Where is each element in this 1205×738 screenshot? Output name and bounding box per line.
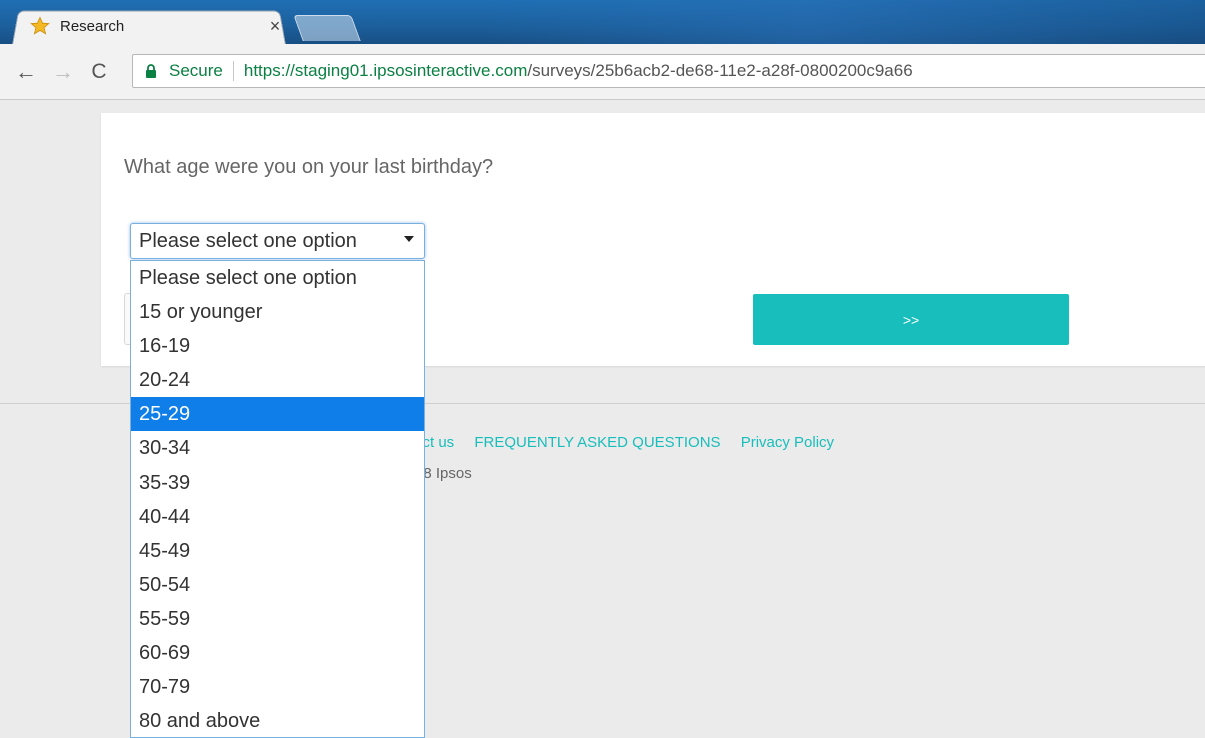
address-separator: [232, 61, 234, 81]
age-option[interactable]: 55-59: [131, 602, 424, 636]
age-option[interactable]: 80 and above: [131, 704, 424, 737]
question-text: What age were you on your last birthday?: [124, 156, 494, 178]
tab-strip: Research ×: [0, 0, 1205, 44]
browser-toolbar: ← → C Secure https://staging01.ipsosinte…: [0, 44, 1205, 100]
age-option[interactable]: 70-79: [131, 670, 424, 704]
lock-icon: [145, 63, 159, 79]
age-option[interactable]: 60-69: [131, 636, 424, 670]
tab-title: Research: [60, 17, 125, 35]
secure-label: Secure: [169, 61, 223, 80]
footer-link-privacy[interactable]: Privacy Policy: [741, 434, 834, 451]
tab-strip-background: [485, 0, 1205, 44]
footer-link-faq[interactable]: FREQUENTLY ASKED QUESTIONS: [474, 434, 720, 451]
reload-icon[interactable]: C: [86, 58, 112, 86]
age-option[interactable]: 50-54: [131, 568, 424, 602]
age-option[interactable]: 16-19: [131, 329, 424, 363]
footer-links: tact us FREQUENTLY ASKED QUESTIONS Priva…: [410, 434, 850, 451]
next-button[interactable]: >>: [753, 294, 1069, 345]
age-option[interactable]: 45-49: [131, 534, 424, 568]
age-option[interactable]: Please select one option: [131, 261, 424, 295]
age-option[interactable]: 20-24: [131, 363, 424, 397]
age-option[interactable]: 30-34: [131, 431, 424, 465]
back-arrow-icon[interactable]: ←: [13, 58, 39, 86]
url-path: /surveys/25b6acb2-de68-11e2-a28f-0800200…: [527, 61, 913, 80]
tab-close-icon[interactable]: ×: [265, 14, 285, 38]
age-option[interactable]: 40-44: [131, 500, 424, 534]
forward-arrow-icon[interactable]: →: [50, 58, 76, 86]
url-host: https://staging01.ipsosinteractive.com: [243, 61, 528, 80]
age-options-list[interactable]: Please select one option 15 or younger 16-…: [130, 260, 425, 738]
tab-research-content[interactable]: Research: [30, 14, 290, 38]
dropdown-arrow-icon: [404, 236, 414, 242]
age-option[interactable]: 25-29: [131, 397, 424, 432]
age-select[interactable]: Please select one option: [130, 223, 425, 259]
age-option[interactable]: 35-39: [131, 466, 424, 500]
star-icon: [30, 16, 50, 36]
address-bar[interactable]: Secure https://staging01.ipsosinteractiv…: [132, 54, 1205, 88]
age-option[interactable]: 15 or younger: [131, 295, 424, 329]
new-tab-button[interactable]: [293, 15, 361, 41]
age-select-value: Please select one option: [139, 229, 357, 252]
